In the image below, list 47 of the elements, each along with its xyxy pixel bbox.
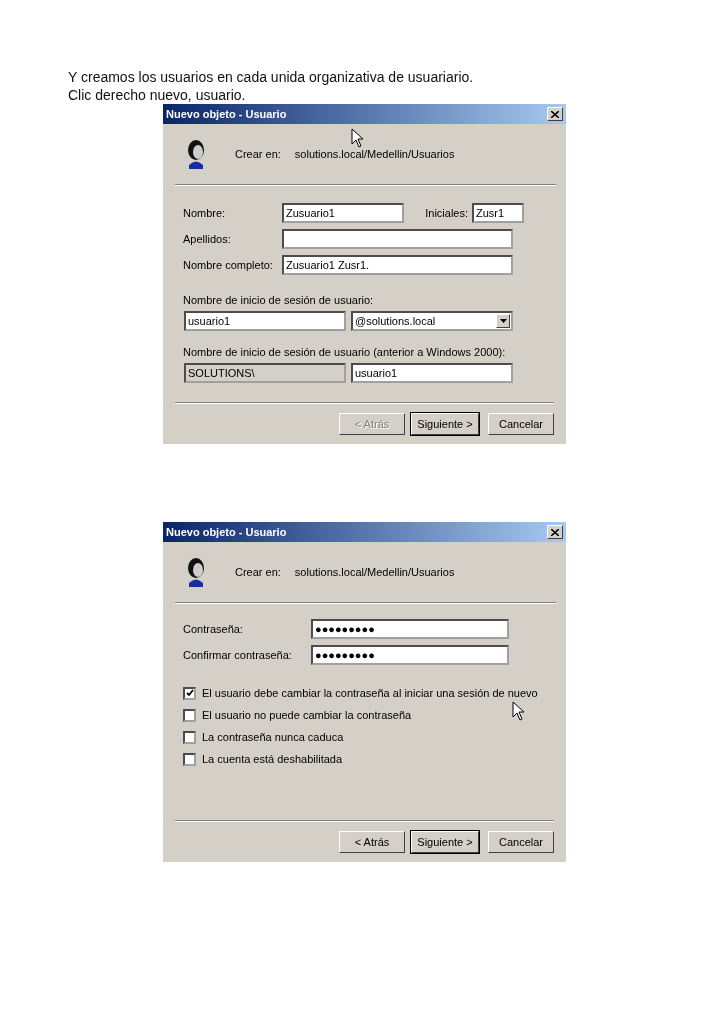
window-title: Nuevo objeto - Usuario bbox=[166, 106, 287, 122]
close-button[interactable] bbox=[547, 525, 563, 539]
field-label: Crear en: bbox=[235, 564, 281, 580]
field-label: Nombre completo: bbox=[183, 257, 274, 273]
checkbox[interactable] bbox=[183, 730, 196, 744]
checkbox-label: La contraseña nunca caduca bbox=[202, 729, 344, 745]
cursor-icon bbox=[351, 128, 365, 148]
dialog-button[interactable]: Siguiente > bbox=[411, 413, 479, 435]
field-label: Nombre de inicio de sesión de usuario (anterior a Windows 2000): bbox=[183, 345, 507, 360]
checkbox[interactable] bbox=[183, 752, 196, 766]
user-icon bbox=[185, 557, 207, 587]
field-label: Apellidos: bbox=[183, 231, 232, 247]
user-icon bbox=[185, 139, 207, 169]
text-field[interactable]: usuario1 bbox=[351, 363, 513, 383]
domain-dropdown[interactable]: @solutions.local bbox=[351, 311, 513, 331]
dialog-button[interactable]: Cancelar bbox=[488, 831, 554, 853]
text-field[interactable]: Zusuario1 bbox=[282, 203, 404, 223]
dialog-button[interactable]: < Atrás bbox=[339, 831, 405, 853]
field-label: Iniciales: bbox=[425, 205, 468, 221]
field-label: Contraseña: bbox=[183, 621, 244, 637]
window-title: Nuevo objeto - Usuario bbox=[166, 524, 287, 540]
checkbox-label: La cuenta está deshabilitada bbox=[202, 751, 343, 767]
checkbox[interactable] bbox=[183, 708, 196, 722]
field-label: Confirmar contraseña: bbox=[183, 647, 293, 663]
dialog-button[interactable]: Siguiente > bbox=[411, 831, 479, 853]
text-field[interactable]: Zusr1 bbox=[472, 203, 524, 223]
field-label: Nombre de inicio de sesión de usuario: bbox=[183, 293, 375, 308]
intro-text: Clic derecho nuevo, usuario. bbox=[68, 86, 247, 104]
close-icon bbox=[551, 110, 559, 118]
checkbox-label: El usuario debe cambiar la contraseña al iniciar una sesión de nuevo bbox=[202, 685, 538, 701]
intro-text: Y creamos los usuarios en cada unida organizativa de usuariario. bbox=[68, 68, 475, 86]
dropdown-value: @solutions.local bbox=[355, 314, 436, 329]
text-field[interactable]: usuario1 bbox=[184, 311, 346, 331]
checkbox[interactable] bbox=[183, 686, 196, 700]
text-field[interactable]: ●●●●●●●●● bbox=[311, 619, 509, 639]
field-label: Crear en: bbox=[235, 146, 281, 162]
text-field[interactable]: ●●●●●●●●● bbox=[311, 645, 509, 665]
cursor-icon bbox=[512, 701, 526, 721]
text-field[interactable] bbox=[282, 229, 513, 249]
text-field[interactable]: Zusuario1 Zusr1. bbox=[282, 255, 513, 275]
close-icon bbox=[551, 528, 559, 536]
container-path: solutions.local/Medellin/Usuarios bbox=[294, 564, 455, 580]
field-label: Nombre: bbox=[183, 205, 227, 221]
checkbox-label: El usuario no puede cambiar la contraseña bbox=[202, 707, 412, 723]
close-button[interactable] bbox=[547, 107, 563, 121]
container-path: solutions.local/Medellin/Usuarios bbox=[294, 146, 455, 162]
dialog-button[interactable]: Cancelar bbox=[488, 413, 554, 435]
